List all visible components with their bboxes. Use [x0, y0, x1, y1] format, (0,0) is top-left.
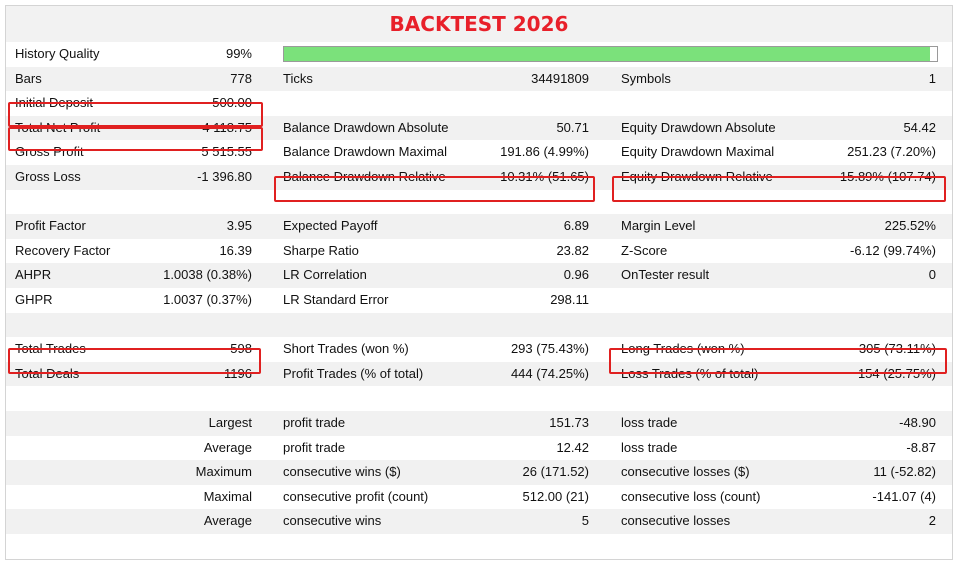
- backtest-report: BACKTEST 2026 History Quality 99% Bars 7…: [5, 5, 953, 560]
- lr-std-error-value: 298.11: [550, 291, 589, 307]
- row-spacer: [6, 312, 952, 338]
- equity-dd-absolute-value: 54.42: [903, 119, 936, 135]
- largest-profit-value: 151.73: [549, 414, 589, 430]
- average-loss-value: -8.87: [906, 439, 936, 455]
- row-maximum: Maximum consecutive wins ($) 26 (171.52)…: [6, 460, 952, 485]
- gross-profit-value: 5 515.55: [201, 144, 252, 160]
- average-profit-value: 12.42: [556, 439, 589, 455]
- short-trades-value: 293 (75.43%): [510, 341, 589, 357]
- report-title: BACKTEST 2026: [6, 6, 952, 42]
- row-ghpr: GHPR 1.0037 (0.37%) LR Standard Error 29…: [6, 288, 952, 313]
- total-trades-value: 598: [230, 341, 252, 357]
- maximum-loss-value: 11 (-52.82): [873, 464, 936, 480]
- history-quality-value: 99%: [225, 46, 252, 61]
- equity-dd-relative-value: 15.89% (107.74): [839, 168, 936, 184]
- row-profit-factor: Profit Factor 3.95 Expected Payoff 6.89 …: [6, 214, 952, 239]
- row-spacer: [6, 386, 952, 411]
- maximum-profit-value: 26 (171.52): [522, 464, 590, 480]
- row-bars: Bars 778 Ticks 34491809 Symbols 1: [6, 66, 952, 92]
- row-total-deals: Total Deals 1196 Profit Trades (% of tot…: [6, 361, 952, 387]
- row-gross-profit: Gross Profit 5 515.55 Balance Drawdown M…: [6, 140, 952, 165]
- history-quality-bar-fill: [284, 47, 931, 61]
- row-gross-loss: Gross Loss -1 396.80 Balance Drawdown Re…: [6, 164, 952, 190]
- bars-value: 778: [230, 70, 252, 86]
- long-trades-value: 305 (73.11%): [858, 341, 936, 357]
- row-recovery-factor: Recovery Factor 16.39 Sharpe Ratio 23.82…: [6, 239, 952, 264]
- ahpr-value: 1.0038 (0.38%): [163, 267, 252, 283]
- row-total-trades: Total Trades 598 Short Trades (won %) 29…: [6, 337, 952, 362]
- ontester-value: 0: [928, 267, 936, 283]
- profit-factor-value: 3.95: [226, 218, 252, 234]
- row-maximal: Maximal consecutive profit (count) 512.0…: [6, 485, 952, 510]
- stats-table: History Quality 99% Bars 778 Ticks 34491…: [6, 42, 952, 534]
- average-consec-prefix: Average: [203, 513, 252, 529]
- balance-dd-relative-value: 10.31% (51.65): [500, 168, 589, 184]
- equity-dd-maximal-value: 251.23 (7.20%): [847, 144, 936, 160]
- maximal-loss-value: -141.07 (4): [872, 488, 936, 504]
- profit-trades-value: 444 (74.25%): [510, 365, 589, 381]
- symbols-value: 1: [928, 70, 936, 86]
- maximum-prefix: Maximum: [195, 464, 252, 480]
- z-score-value: -6.12 (99.74%): [850, 242, 936, 258]
- maximal-prefix: Maximal: [203, 488, 252, 504]
- row-total-net-profit: Total Net Profit 4 118.75 Balance Drawdo…: [6, 115, 952, 141]
- initial-deposit-value: 500.00: [212, 95, 252, 111]
- average-consec-profit-value: 5: [581, 513, 589, 529]
- loss-trades-value: 154 (25.75%): [857, 365, 936, 381]
- row-spacer: [6, 190, 952, 215]
- gross-loss-value: -1 396.80: [197, 168, 252, 184]
- balance-dd-maximal-value: 191.86 (4.99%): [500, 144, 589, 160]
- total-net-profit-value: 4 118.75: [202, 119, 252, 135]
- expected-payoff-value: 6.89: [563, 218, 589, 234]
- balance-dd-absolute-value: 50.71: [556, 119, 589, 135]
- ticks-value: 34491809: [531, 70, 589, 86]
- average-consec-loss-value: 2: [928, 513, 936, 529]
- row-average: Average profit trade 12.42 loss trade -8…: [6, 436, 952, 461]
- row-largest: Largest profit trade 151.73 loss trade -…: [6, 410, 952, 436]
- maximal-profit-value: 512.00 (21): [522, 488, 590, 504]
- average-prefix: Average: [203, 439, 252, 455]
- ghpr-value: 1.0037 (0.37%): [163, 291, 252, 307]
- largest-loss-value: -48.90: [899, 414, 936, 430]
- recovery-factor-value: 16.39: [219, 242, 252, 258]
- row-history-quality: History Quality 99%: [6, 42, 952, 67]
- total-deals-value: 1196: [224, 365, 252, 381]
- history-quality-bar: [283, 46, 938, 62]
- row-average-consecutive: Average consecutive wins 5 consecutive l…: [6, 509, 952, 534]
- sharpe-ratio-value: 23.82: [556, 242, 589, 258]
- lr-correlation-value: 0.96: [563, 267, 589, 283]
- row-initial-deposit: Initial Deposit 500.00: [6, 91, 952, 116]
- margin-level-value: 225.52%: [884, 218, 936, 234]
- largest-prefix: Largest: [208, 414, 252, 430]
- row-ahpr: AHPR 1.0038 (0.38%) LR Correlation 0.96 …: [6, 263, 952, 288]
